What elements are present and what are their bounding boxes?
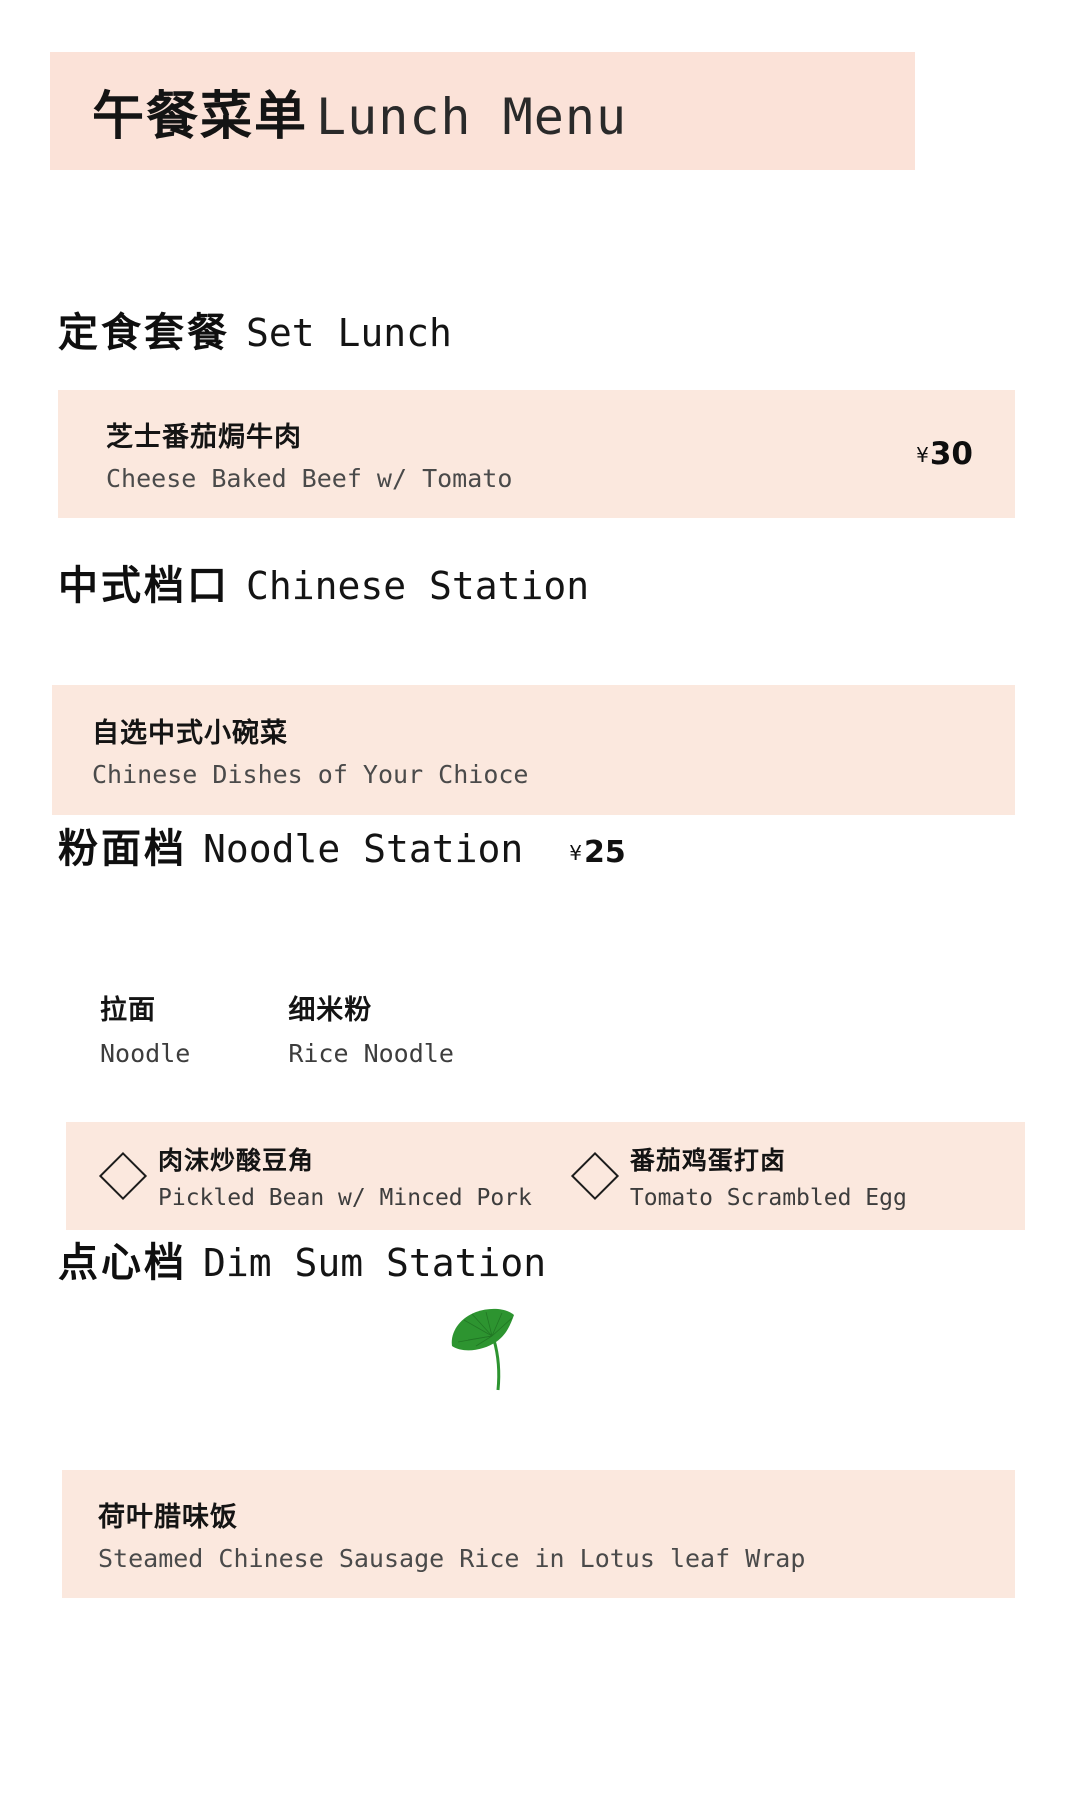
page-title-english: Lunch Menu: [316, 87, 628, 146]
section-heading-set-lunch: 定食套餐 Set Lunch: [58, 300, 452, 358]
dish-card-chinese-dishes: 自选中式小碗菜 Chinese Dishes of Your Chioce: [52, 685, 1015, 815]
diamond-icon: [570, 1151, 619, 1201]
dish-price: ¥30: [916, 436, 973, 472]
topping-option-pickled-bean[interactable]: 肉沫炒酸豆角 Pickled Bean w/ Minced Pork: [98, 1141, 532, 1211]
page-title-chinese: 午餐菜单: [92, 85, 309, 147]
noodle-base-name-english: Rice Noodle: [288, 1039, 454, 1068]
section-heading-english: Noodle Station: [203, 827, 524, 871]
lotus-leaf-icon: [451, 1308, 514, 1391]
dish-name-english: Steamed Chinese Sausage Rice in Lotus le…: [98, 1544, 806, 1573]
section-price-value: 25: [584, 835, 626, 870]
topping-name-chinese: 肉沫炒酸豆角: [158, 1146, 315, 1175]
section-heading-chinese: 点心档: [58, 1239, 187, 1286]
topping-name-english: Pickled Bean w/ Minced Pork: [158, 1185, 532, 1211]
section-heading-chinese: 粉面档: [58, 825, 187, 872]
noodle-toppings-card: 肉沫炒酸豆角 Pickled Bean w/ Minced Pork 番茄鸡蛋打…: [66, 1122, 1025, 1230]
topping-option-tomato-egg[interactable]: 番茄鸡蛋打卤 Tomato Scrambled Egg: [570, 1141, 907, 1211]
noodle-base-name-chinese: 拉面: [100, 995, 156, 1026]
dish-name-english: Cheese Baked Beef w/ Tomato: [106, 464, 513, 493]
section-heading-chinese: 中式档口: [58, 562, 230, 609]
topping-name-english: Tomato Scrambled Egg: [629, 1185, 907, 1211]
menu-page: 午餐菜单 Lunch Menu 定食套餐 Set Lunch 芝士番茄焗牛肉 C…: [0, 0, 1080, 1800]
dish-card-lotus-leaf-rice: 荷叶腊味饭 Steamed Chinese Sausage Rice in Lo…: [62, 1470, 1015, 1598]
section-heading-dim-sum-station: 点心档 Dim Sum Station: [58, 1230, 546, 1288]
section-heading-english: Set Lunch: [246, 311, 452, 355]
dish-card-cheese-baked-beef: 芝士番茄焗牛肉 Cheese Baked Beef w/ Tomato ¥30: [58, 390, 1015, 518]
diamond-icon: [98, 1151, 148, 1201]
noodle-base-choices: 拉面 Noodle 细米粉 Rice Noodle: [100, 988, 454, 1068]
currency-symbol: ¥: [916, 443, 929, 467]
noodle-base-noodle[interactable]: 拉面 Noodle: [100, 988, 190, 1068]
section-heading-chinese: 定食套餐: [58, 309, 230, 356]
dish-price-value: 30: [929, 436, 973, 472]
section-heading-english: Chinese Station: [246, 564, 590, 608]
dish-name-english: Chinese Dishes of Your Chioce: [92, 760, 529, 789]
noodle-base-name-chinese: 细米粉: [288, 995, 373, 1026]
dish-name-chinese: 自选中式小碗菜: [92, 718, 288, 749]
dish-text: 荷叶腊味饭 Steamed Chinese Sausage Rice in Lo…: [98, 1495, 805, 1573]
section-heading-chinese-station: 中式档口 Chinese Station: [58, 553, 589, 611]
dish-name-chinese: 芝士番茄焗牛肉: [106, 422, 302, 453]
page-title: 午餐菜单 Lunch Menu: [92, 74, 627, 149]
topping-text: 番茄鸡蛋打卤 Tomato Scrambled Egg: [630, 1141, 907, 1211]
section-heading-english: Dim Sum Station: [203, 1241, 547, 1285]
dish-name-chinese: 荷叶腊味饭: [98, 1502, 238, 1533]
topping-text: 肉沫炒酸豆角 Pickled Bean w/ Minced Pork: [158, 1141, 532, 1211]
section-price: ¥25: [569, 835, 625, 870]
topping-name-chinese: 番茄鸡蛋打卤: [629, 1146, 786, 1175]
currency-symbol: ¥: [569, 841, 583, 865]
dish-text: 芝士番茄焗牛肉 Cheese Baked Beef w/ Tomato: [106, 415, 512, 493]
noodle-base-rice-noodle[interactable]: 细米粉 Rice Noodle: [288, 988, 454, 1068]
section-heading-noodle-station: 粉面档 Noodle Station ¥25: [58, 816, 626, 874]
dish-text: 自选中式小碗菜 Chinese Dishes of Your Chioce: [92, 711, 529, 789]
noodle-base-name-english: Noodle: [100, 1039, 191, 1068]
menu-header-banner: 午餐菜单 Lunch Menu: [50, 52, 915, 170]
